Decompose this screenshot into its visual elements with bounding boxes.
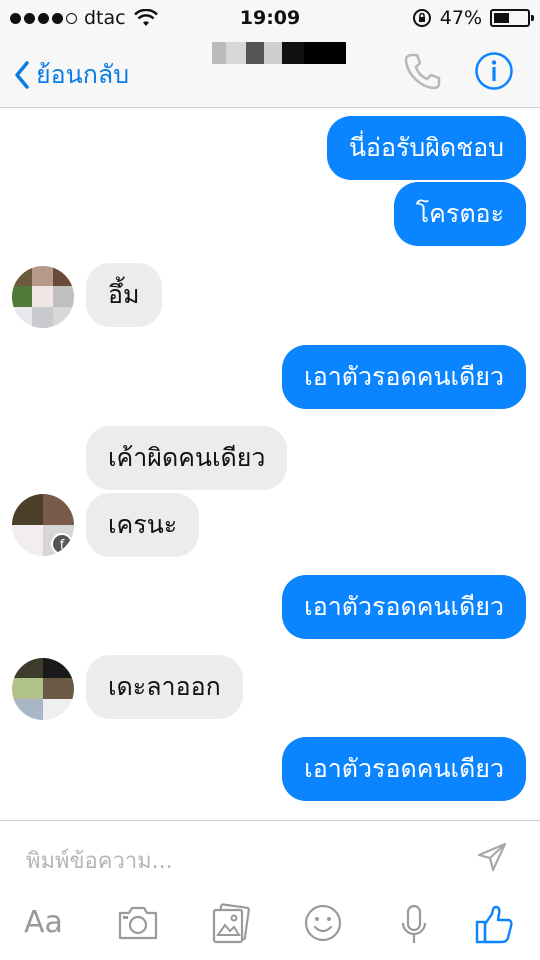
phone-icon — [404, 53, 441, 90]
redacted-conversation-title — [212, 42, 346, 64]
outgoing-message-bubble[interactable]: นี่อ่อรับผิดชอบ — [326, 116, 526, 180]
photo-gallery-icon — [212, 903, 250, 944]
send-button[interactable] — [476, 841, 508, 877]
svg-text:f: f — [60, 538, 65, 553]
outgoing-message-bubble[interactable]: เอาตัวรอดคนเดียว — [282, 575, 526, 639]
phone-call-button[interactable] — [402, 52, 442, 94]
like-icon — [475, 905, 513, 944]
photo-gallery-button[interactable] — [210, 903, 252, 949]
battery-level-fill — [494, 13, 509, 23]
outgoing-message-bubble[interactable]: เอาตัวรอดคนเดียว — [282, 345, 526, 409]
incoming-message-bubble[interactable]: เดะลาออก — [86, 655, 243, 719]
info-button[interactable] — [474, 51, 514, 95]
back-button[interactable]: ย้อนกลับ — [14, 55, 129, 95]
incoming-message-bubble[interactable]: เครนะ — [86, 493, 200, 557]
camera-button[interactable] — [116, 903, 160, 949]
outgoing-message-bubble[interactable]: เอาตัวรอดคนเดียว — [282, 737, 526, 801]
camera-icon — [118, 906, 158, 940]
status-right: 47% — [412, 7, 534, 29]
incoming-message-bubble[interactable]: เค้าผิดคนเดียว — [86, 426, 288, 490]
emoji-button[interactable] — [303, 903, 343, 949]
navigation-bar: ย้อนกลับ — [0, 36, 540, 108]
chevron-left-icon — [15, 61, 29, 89]
text-format-button[interactable]: Aa — [24, 903, 63, 949]
back-button-label: ย้อนกลับ — [36, 60, 130, 89]
composer-toolbar: Aa — [0, 903, 540, 953]
incoming-message-bubble[interactable]: อึ้ม — [86, 263, 162, 327]
battery-percentage: 47% — [439, 7, 482, 29]
microphone-button[interactable] — [398, 903, 430, 949]
outgoing-message-bubble[interactable]: โครตอะ — [393, 182, 526, 246]
composer: Aa — [0, 820, 540, 960]
rotation-lock-icon — [412, 9, 431, 27]
microphone-icon — [401, 904, 427, 943]
contact-avatar[interactable] — [12, 266, 74, 328]
status-bar: dtac 19:09 47% — [0, 0, 540, 36]
contact-avatar[interactable]: f — [12, 494, 74, 556]
info-icon — [475, 52, 513, 90]
message-input[interactable] — [26, 841, 446, 881]
battery-icon — [490, 9, 534, 27]
contact-avatar[interactable] — [12, 658, 74, 720]
emoji-icon — [304, 904, 342, 942]
like-button[interactable] — [474, 903, 514, 949]
send-icon — [477, 842, 507, 872]
message-list[interactable]: นี่อ่อรับผิดชอบ โครตอะ อึ้ม เอาตัวรอดคนเ… — [0, 108, 540, 820]
